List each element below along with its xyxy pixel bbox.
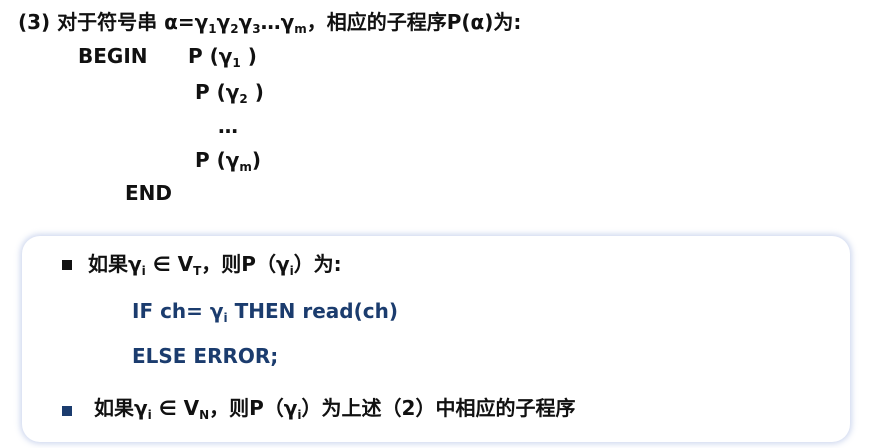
bullet-icon xyxy=(62,406,72,416)
code-if: IF ch= γi THEN read(ch) xyxy=(132,299,398,325)
call-1: P (γ1 ) xyxy=(188,44,257,70)
begin-keyword: BEGIN xyxy=(78,44,148,68)
call-2: P (γ2 ) xyxy=(195,80,264,106)
end-keyword: END xyxy=(125,181,173,205)
rule-terminal: 如果γi ∈ VT，则P（γi）为: xyxy=(88,252,342,278)
ellipsis: … xyxy=(218,114,238,138)
code-else: ELSE ERROR; xyxy=(132,344,279,368)
call-m: P (γm) xyxy=(195,148,262,174)
heading: (3) 对于符号串 α=γ1γ2γ3…γm，相应的子程序P(α)为: xyxy=(18,10,522,36)
rule-nonterminal: 如果γi ∈ VN，则P（γi）为上述（2）中相应的子程序 xyxy=(94,396,576,422)
bullet-icon xyxy=(62,260,72,270)
